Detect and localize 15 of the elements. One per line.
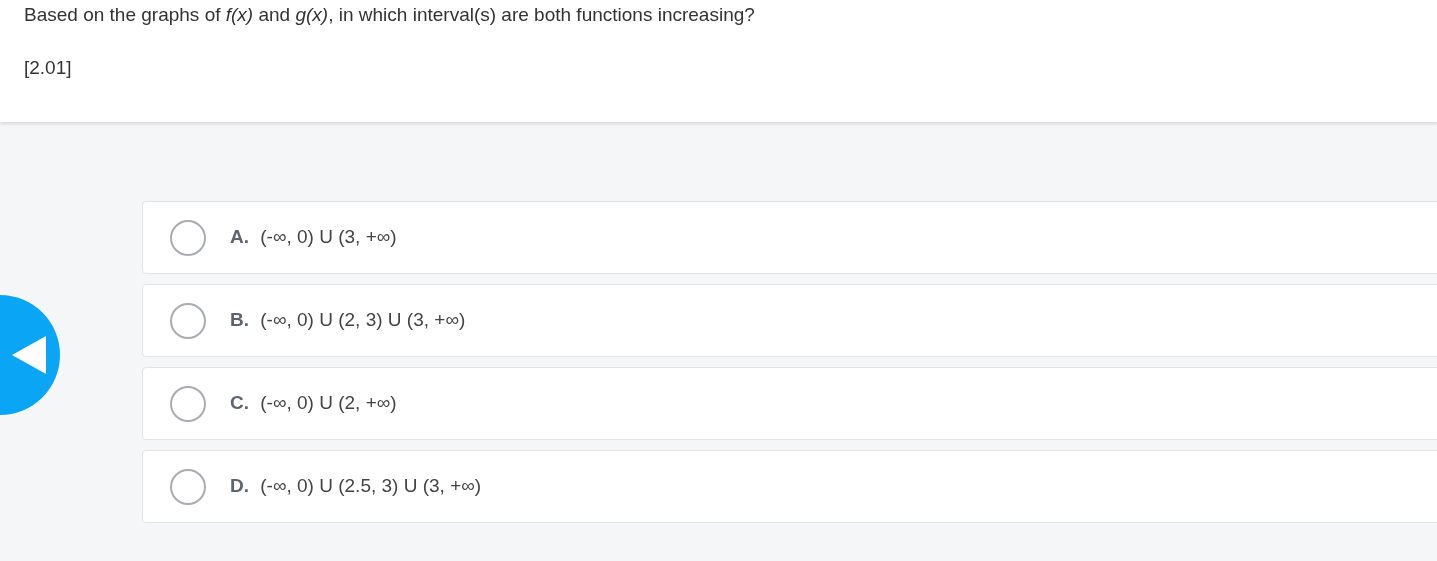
radio-button[interactable] [170,385,206,422]
answer-option[interactable]: C. (-∞, 0) U (2, +∞) [142,367,1437,440]
radio-button[interactable] [170,219,206,256]
answer-option[interactable]: D. (-∞, 0) U (2.5, 3) U (3, +∞) [142,450,1437,523]
answer-option[interactable]: A. (-∞, 0) U (3, +∞) [142,201,1437,274]
radio-button[interactable] [170,468,206,505]
option-label: C. (-∞, 0) U (2, +∞) [230,391,397,416]
answer-option[interactable]: B. (-∞, 0) U (2, 3) U (3, +∞) [142,284,1437,357]
radio-button[interactable] [170,302,206,339]
option-label: D. (-∞, 0) U (2.5, 3) U (3, +∞) [230,474,482,499]
triangle-icon [12,336,46,374]
option-label: A. (-∞, 0) U (3, +∞) [230,225,397,250]
option-label: B. (-∞, 0) U (2, 3) U (3, +∞) [230,308,466,333]
question-code: [2.01] [24,56,72,80]
question-text: Based on the graphs of f(x) and g(x), in which interval(s) are both functions increasing? [24,4,756,26]
